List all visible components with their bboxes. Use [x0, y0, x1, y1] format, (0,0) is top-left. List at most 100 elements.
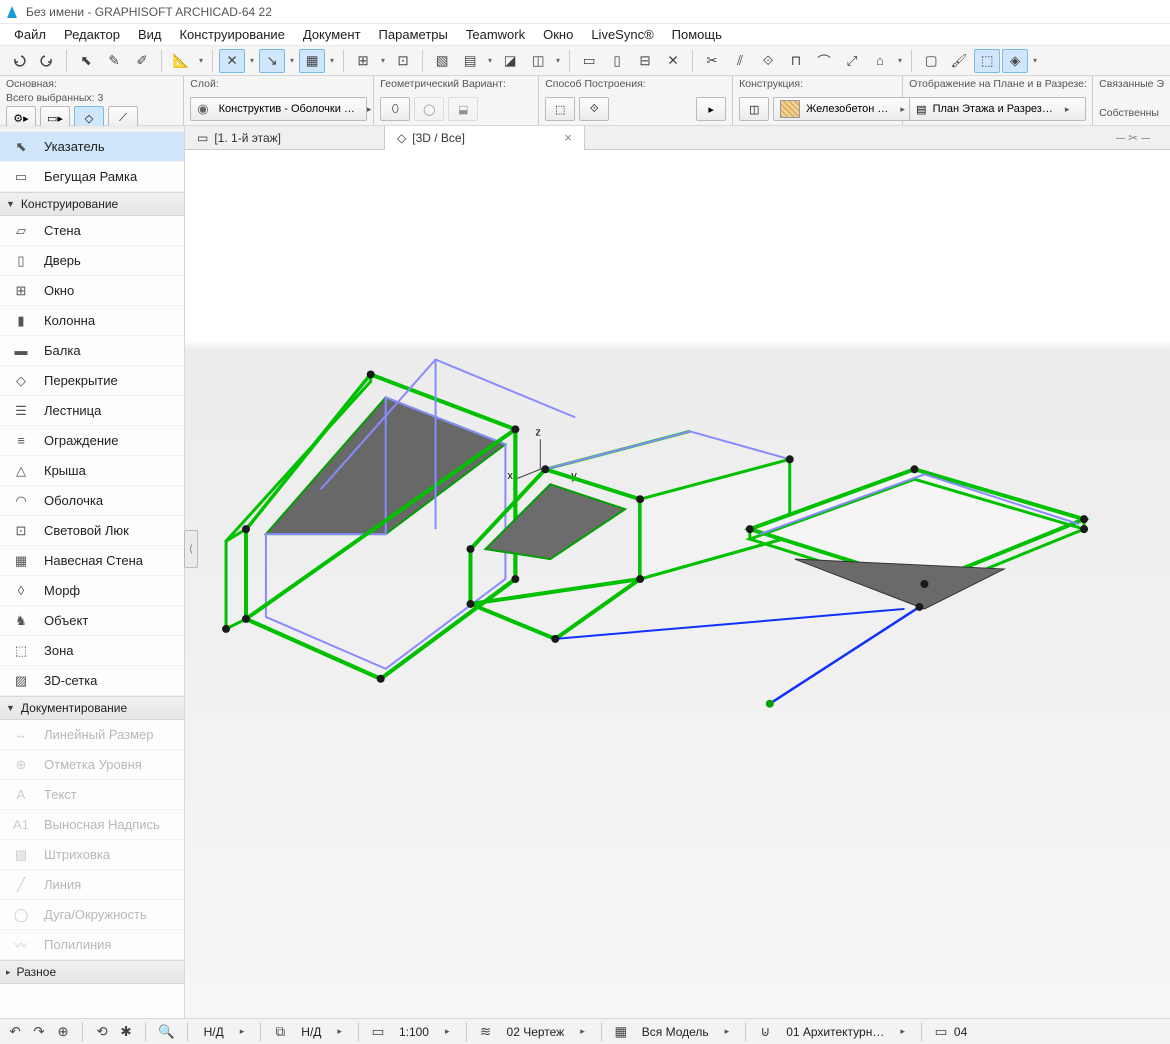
suspend-button[interactable]: ✕: [660, 49, 686, 73]
menu-options[interactable]: Параметры: [371, 25, 456, 44]
menu-help[interactable]: Помощь: [664, 25, 730, 44]
snap-guide-button[interactable]: ✕: [219, 49, 245, 73]
dropdown-icon[interactable]: ▾: [378, 49, 388, 73]
group-document[interactable]: ▼Документирование: [0, 696, 184, 720]
structure-dropdown[interactable]: Железобетон …: [773, 97, 913, 121]
tool-railing[interactable]: ≡Ограждение: [0, 426, 184, 456]
tool-slab[interactable]: ◇Перекрытие: [0, 366, 184, 396]
dropdown-icon[interactable]: ▾: [247, 49, 257, 73]
menu-view[interactable]: Вид: [130, 25, 170, 44]
paint-button[interactable]: 🖌: [946, 49, 972, 73]
tool-curtainwall[interactable]: ▦Навесная Стена: [0, 546, 184, 576]
dropdown-icon[interactable]: ▾: [1030, 49, 1040, 73]
field-1[interactable]: Н/Д▸: [196, 1025, 253, 1039]
menu-window[interactable]: Окно: [535, 25, 581, 44]
model-field[interactable]: Вся Модель▸: [634, 1025, 737, 1039]
tool-wall[interactable]: ▱Стена: [0, 216, 184, 246]
tool-beam[interactable]: ▬Балка: [0, 336, 184, 366]
scissors-icon[interactable]: ─ ✂ ─: [1096, 131, 1170, 145]
menu-document[interactable]: Документ: [295, 25, 369, 44]
tool-text[interactable]: AТекст: [0, 780, 184, 810]
menu-file[interactable]: Файл: [6, 25, 54, 44]
grid-button[interactable]: ⊞: [350, 49, 376, 73]
layers-button[interactable]: ≋: [475, 1021, 497, 1043]
display-dropdown[interactable]: ▤ План Этажа и Разрез…: [909, 97, 1086, 121]
3d-button[interactable]: ⬚: [974, 49, 1000, 73]
tool-polyline[interactable]: 〰Полилиния: [0, 930, 184, 960]
tool-column[interactable]: ▮Колонна: [0, 306, 184, 336]
cube-button[interactable]: ◈: [1002, 49, 1028, 73]
tool-object[interactable]: ♞Объект: [0, 606, 184, 636]
grid-snap-button[interactable]: ▦: [299, 49, 325, 73]
tool-skylight[interactable]: ⊡Световой Люк: [0, 516, 184, 546]
geom-option-1[interactable]: ⬯: [380, 97, 410, 121]
arch-field[interactable]: 01 Архитектурн…▸: [778, 1025, 913, 1039]
constr-arrow[interactable]: ▸: [696, 97, 726, 121]
resize-button[interactable]: ⤢: [839, 49, 865, 73]
tool-label[interactable]: A1Выносная Надпись: [0, 810, 184, 840]
dropdown-icon[interactable]: ▾: [196, 49, 206, 73]
tool-dimension[interactable]: ↔Линейный Размер: [0, 720, 184, 750]
trace-button[interactable]: ▢: [918, 49, 944, 73]
group-misc[interactable]: ▸Разное: [0, 960, 184, 984]
tool-stair[interactable]: ☰Лестница: [0, 396, 184, 426]
constr-option-2[interactable]: ⟐: [579, 97, 609, 121]
toggle-2-button[interactable]: ◫: [525, 49, 551, 73]
drafting-field[interactable]: 02 Чертеж▸: [499, 1025, 593, 1039]
dropdown-icon[interactable]: ▾: [895, 49, 905, 73]
extra-button[interactable]: ▭: [930, 1021, 952, 1043]
wand-button[interactable]: ✎: [101, 49, 127, 73]
layer-button[interactable]: ▧: [429, 49, 455, 73]
tool-marquee[interactable]: ▭ Бегущая Рамка: [0, 162, 184, 192]
tool-mesh[interactable]: ▨3D-сетка: [0, 666, 184, 696]
orbit-button[interactable]: ⟲: [91, 1021, 113, 1043]
pen-button[interactable]: ⊍: [754, 1021, 776, 1043]
snap-point-button[interactable]: ↘: [259, 49, 285, 73]
select-button[interactable]: ⬉: [73, 49, 99, 73]
scale-icon[interactable]: ⧉: [269, 1021, 291, 1043]
tool-fill[interactable]: ▨Штриховка: [0, 840, 184, 870]
fillet-button[interactable]: ⌒: [811, 49, 837, 73]
redo-button[interactable]: [34, 49, 60, 73]
dropdown-icon[interactable]: ▾: [327, 49, 337, 73]
menu-editor[interactable]: Редактор: [56, 25, 128, 44]
layer-dropdown[interactable]: Конструктив - Оболочки …: [190, 97, 367, 121]
tool-level[interactable]: ⊕Отметка Уровня: [0, 750, 184, 780]
trim-button[interactable]: ✂: [699, 49, 725, 73]
dropdown-icon[interactable]: ▾: [287, 49, 297, 73]
split-button[interactable]: ⫽: [727, 49, 753, 73]
walk-button[interactable]: ✱: [115, 1021, 137, 1043]
tool-pointer[interactable]: ⬉ Указатель: [0, 132, 184, 162]
group-design[interactable]: ▼Конструирование: [0, 192, 184, 216]
adjust-button[interactable]: ⟐: [755, 49, 781, 73]
tool-line[interactable]: ╱Линия: [0, 870, 184, 900]
scale-field[interactable]: 1:100▸: [391, 1025, 458, 1039]
nav-fwd[interactable]: ↷: [28, 1021, 50, 1043]
lock-button[interactable]: ⊟: [632, 49, 658, 73]
tool-shell[interactable]: ◠Оболочка: [0, 486, 184, 516]
tool-morph[interactable]: ◊Морф: [0, 576, 184, 606]
layerset-button[interactable]: ▤: [457, 49, 483, 73]
zoom-fit[interactable]: ⊕: [52, 1021, 74, 1043]
home-button[interactable]: ⌂: [867, 49, 893, 73]
group-button[interactable]: ▭: [576, 49, 602, 73]
menu-design[interactable]: Конструирование: [171, 25, 292, 44]
dropdown-icon[interactable]: ▾: [553, 49, 563, 73]
dropdown-icon[interactable]: ▾: [485, 49, 495, 73]
pipette-button[interactable]: ✐: [129, 49, 155, 73]
tool-arc[interactable]: ◯Дуга/Окружность: [0, 900, 184, 930]
zoom-level[interactable]: 🔍: [154, 1021, 179, 1043]
field-2[interactable]: Н/Д▸: [293, 1025, 350, 1039]
scale-button[interactable]: ▭: [367, 1021, 389, 1043]
menu-teamwork[interactable]: Teamwork: [458, 25, 533, 44]
nav-back[interactable]: ↶: [4, 1021, 26, 1043]
structure-toggle[interactable]: ◫: [739, 97, 769, 121]
intersect-button[interactable]: ⊓: [783, 49, 809, 73]
constr-option-1[interactable]: ⬚: [545, 97, 575, 121]
tab-3d-view[interactable]: ◇[3D / Все]×: [385, 126, 585, 150]
tool-door[interactable]: ▯Дверь: [0, 246, 184, 276]
model-button[interactable]: ▦: [610, 1021, 632, 1043]
tool-zone[interactable]: ⬚Зона: [0, 636, 184, 666]
tool-roof[interactable]: △Крыша: [0, 456, 184, 486]
menu-livesync[interactable]: LiveSync®: [583, 25, 661, 44]
